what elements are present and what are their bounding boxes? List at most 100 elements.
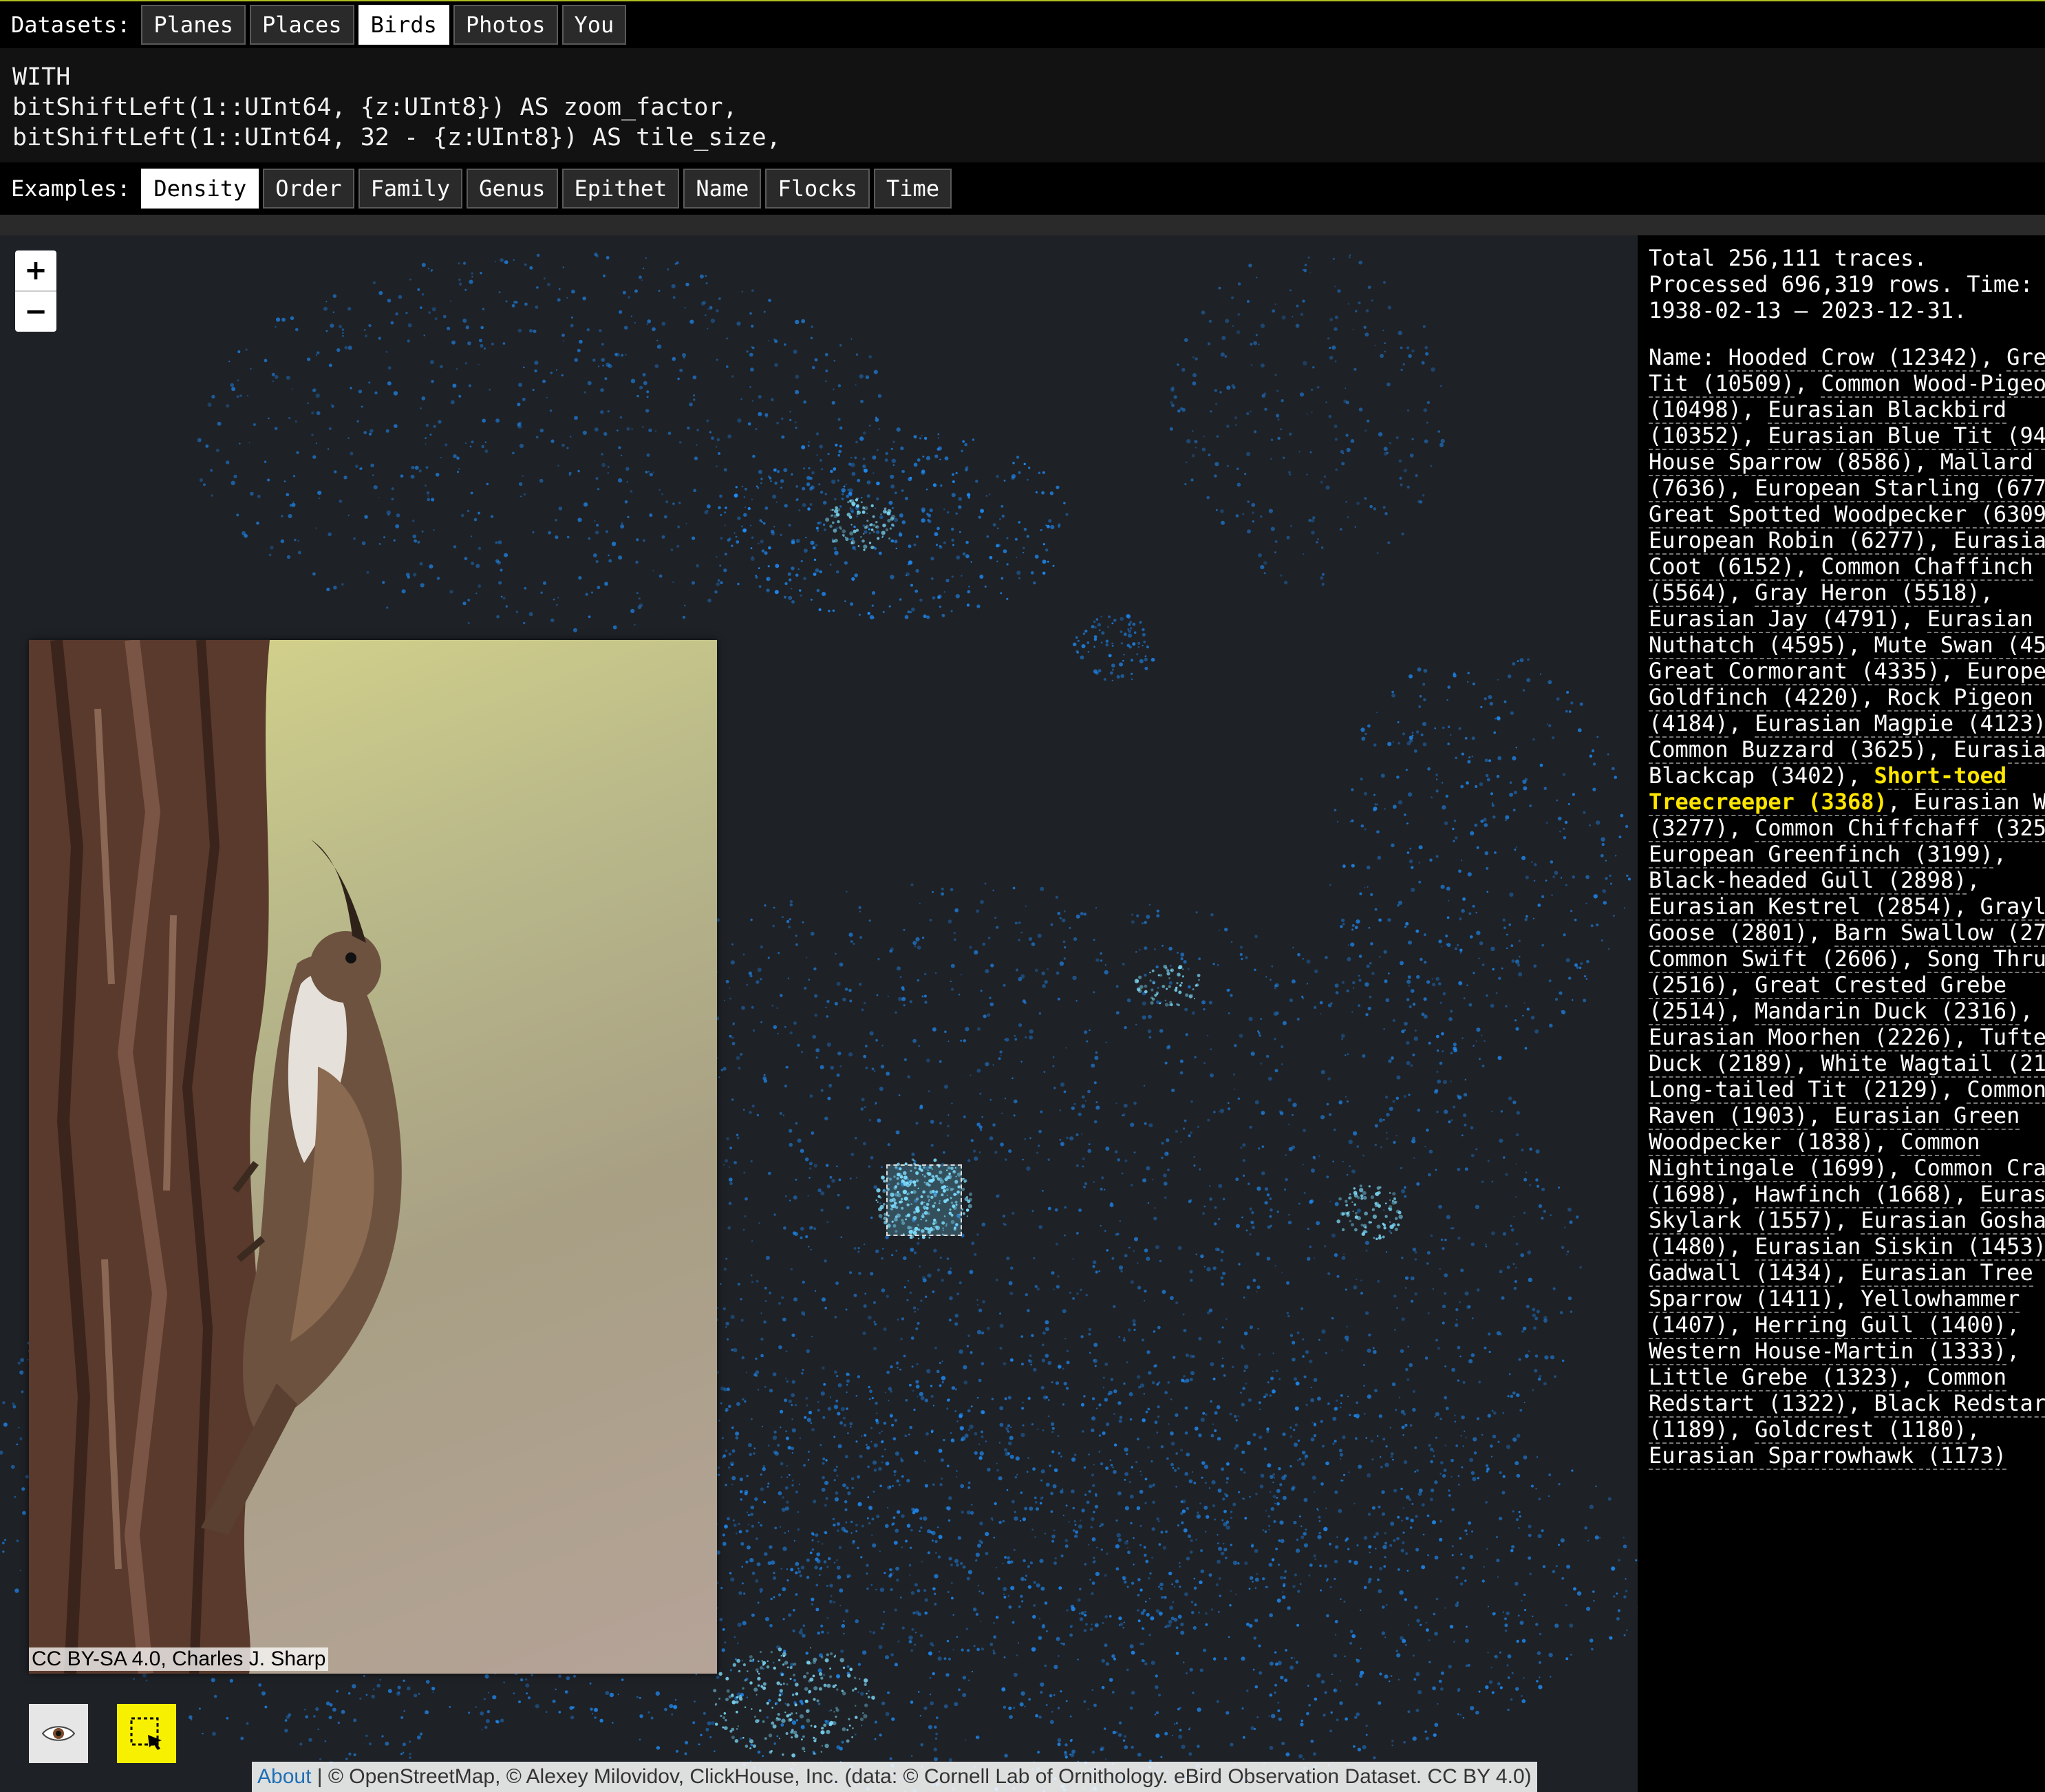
density-dot: [912, 1611, 916, 1614]
density-dot: [851, 577, 855, 581]
density-dot: [826, 1015, 829, 1018]
example-tab-order[interactable]: Order: [263, 169, 354, 209]
density-dot: [1374, 1124, 1378, 1128]
query-editor[interactable]: WITH bitShiftLeft(1::UInt64, {z:UInt8}) …: [0, 48, 2045, 162]
tab-birds[interactable]: Birds: [358, 5, 449, 45]
density-dot: [546, 396, 548, 398]
density-dot: [1320, 1115, 1325, 1120]
example-tab-family[interactable]: Family: [358, 169, 463, 209]
density-dot: [270, 545, 274, 550]
density-dot: [418, 1693, 420, 1695]
density-dot: [714, 590, 718, 594]
density-dot: [1144, 1248, 1148, 1252]
density-dot: [1137, 1594, 1140, 1597]
density-dot: [1386, 382, 1391, 387]
density-dot: [464, 442, 467, 444]
example-tab-name[interactable]: Name: [683, 169, 762, 209]
density-dot: [1238, 1491, 1241, 1493]
density-dot: [1347, 1548, 1350, 1550]
splitter[interactable]: [0, 215, 2045, 235]
density-dot: [1401, 1189, 1406, 1194]
density-dot: [875, 1249, 879, 1254]
density-dot: [992, 1650, 995, 1652]
tab-places[interactable]: Places: [249, 5, 354, 45]
density-dot: [1252, 1226, 1255, 1230]
density-dot: [369, 1742, 372, 1746]
density-dot: [1082, 1158, 1085, 1160]
density-dot: [826, 1184, 831, 1188]
density-dot: [758, 1222, 760, 1224]
density-dot: [1110, 1378, 1114, 1381]
density-dot: [1260, 1018, 1263, 1021]
density-dot: [952, 480, 955, 483]
density-dot: [730, 960, 735, 965]
density-dot: [1142, 1338, 1144, 1342]
density-dot: [542, 379, 546, 383]
example-tab-epithet[interactable]: Epithet: [561, 169, 680, 209]
density-dot: [914, 945, 917, 948]
tab-photos[interactable]: Photos: [453, 5, 558, 45]
density-dot: [1343, 399, 1347, 403]
density-dot: [1329, 355, 1334, 360]
example-tab-genus[interactable]: Genus: [467, 169, 558, 209]
density-dot: [844, 1500, 848, 1504]
density-dot: [1078, 1208, 1082, 1213]
density-dot: [353, 537, 356, 540]
density-dot: [769, 477, 772, 480]
density-dot: [1171, 1088, 1175, 1093]
density-dot: [836, 981, 841, 986]
example-tab-density[interactable]: Density: [141, 169, 259, 209]
density-dot: [881, 1461, 884, 1464]
density-dot: [901, 1317, 905, 1321]
density-dot: [328, 363, 332, 367]
density-dot: [760, 1312, 762, 1314]
density-dot: [540, 591, 543, 594]
density-dot: [903, 1354, 906, 1358]
density-dot: [268, 553, 272, 557]
density-dot: [919, 1517, 923, 1520]
tab-planes[interactable]: Planes: [141, 5, 246, 45]
density-dot: [1059, 1109, 1062, 1111]
density-dot: [778, 1491, 782, 1495]
density-dot: [791, 600, 795, 604]
density-dot: [409, 278, 411, 281]
density-dot: [1256, 1186, 1261, 1191]
density-dot: [728, 537, 731, 541]
density-dot: [1435, 1169, 1437, 1171]
density-dot: [1293, 1520, 1297, 1525]
example-tab-flocks[interactable]: Flocks: [765, 169, 870, 209]
density-dot: [1079, 1588, 1082, 1590]
density-dot: [920, 1299, 923, 1302]
density-dot: [947, 1124, 950, 1128]
density-dot: [1214, 1206, 1217, 1209]
density-dot: [292, 501, 295, 503]
density-dot: [899, 598, 902, 601]
density-dot: [1296, 1538, 1299, 1542]
density-dot: [586, 328, 590, 332]
density-dot: [1119, 1220, 1121, 1222]
tab-you[interactable]: You: [561, 5, 627, 45]
density-dot: [1232, 1365, 1234, 1369]
density-dot: [1012, 461, 1015, 465]
density-dot: [716, 582, 720, 586]
density-dot: [403, 1751, 405, 1753]
density-dot: [1256, 277, 1258, 279]
density-dot: [1169, 427, 1173, 431]
density-dot: [678, 501, 681, 504]
example-tab-time[interactable]: Time: [874, 169, 952, 209]
density-dot: [1220, 1250, 1224, 1254]
density-dot: [1144, 1553, 1147, 1557]
density-dot: [976, 604, 981, 608]
density-dot: [1460, 1435, 1462, 1437]
density-dot: [1261, 394, 1265, 398]
density-dot: [917, 1241, 920, 1246]
density-dot: [1331, 345, 1336, 350]
density-dot: [819, 458, 822, 462]
density-dot: [1215, 403, 1218, 405]
density-dot: [486, 1709, 491, 1714]
density-dot: [1091, 1397, 1095, 1400]
density-dot: [1039, 1559, 1044, 1564]
density-dot: [1221, 1326, 1224, 1329]
density-dot: [1485, 1464, 1489, 1467]
density-dot: [850, 338, 853, 340]
